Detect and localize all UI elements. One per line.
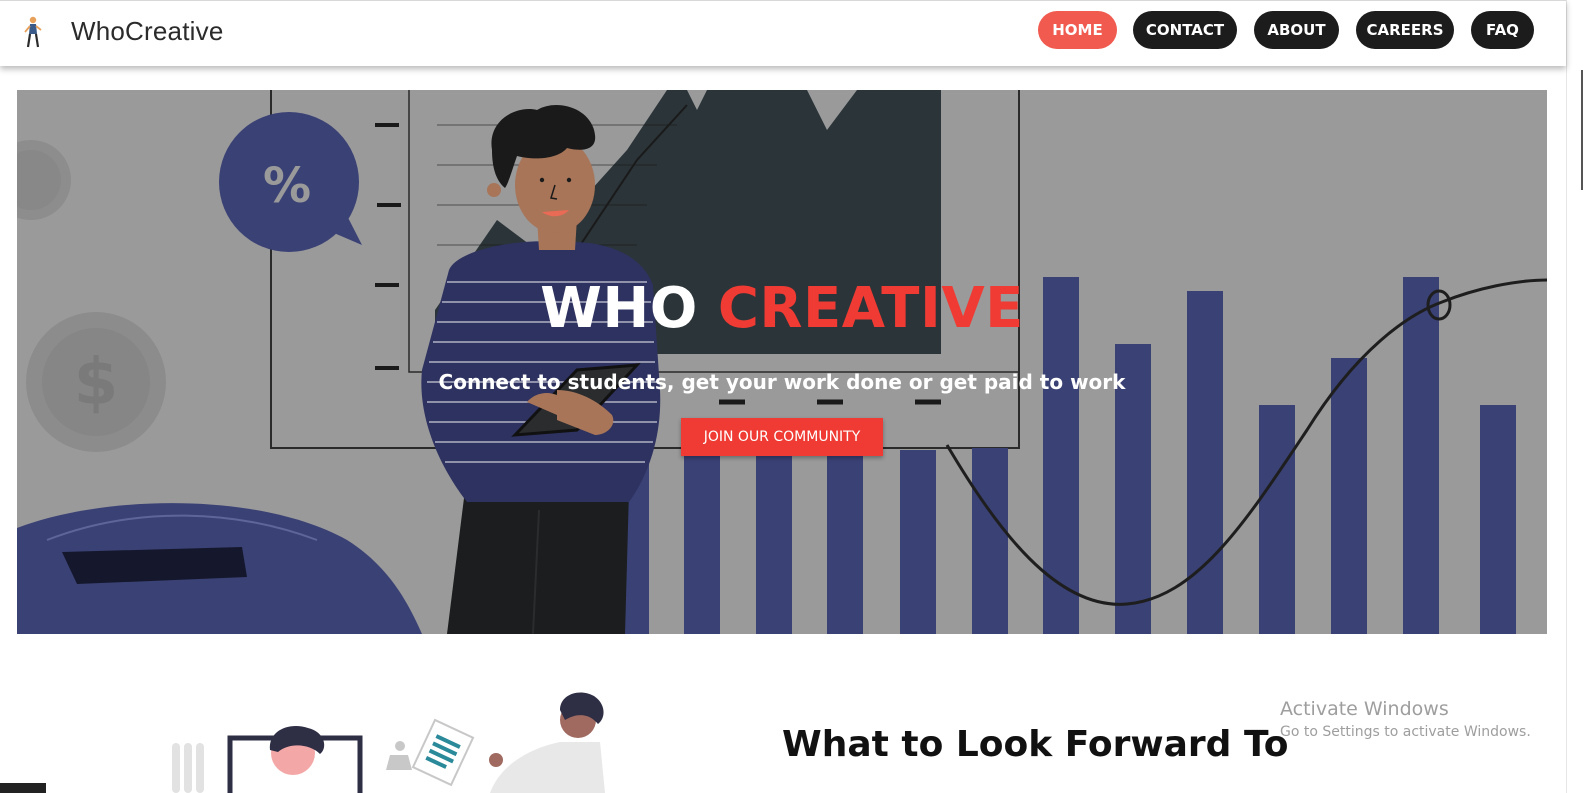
nav-faq[interactable]: FAQ — [1471, 11, 1534, 49]
bottom-edge — [0, 783, 46, 793]
navbar: WhoCreative HOME CONTACT ABOUT CAREERS F… — [0, 0, 1566, 66]
page: WhoCreative HOME CONTACT ABOUT CAREERS F… — [0, 0, 1585, 793]
nav-home[interactable]: HOME — [1038, 11, 1117, 49]
nav-careers[interactable]: CAREERS — [1356, 11, 1454, 49]
scrollbar[interactable] — [1566, 0, 1585, 793]
activate-windows-watermark: Activate Windows Go to Settings to activ… — [1280, 698, 1531, 740]
brand-name[interactable]: WhoCreative — [71, 16, 223, 47]
scrollbar-thumb[interactable] — [1581, 70, 1583, 190]
hero-illustration: $ % — [17, 90, 1547, 634]
hero-subtitle: Connect to students, get your work done … — [438, 370, 1126, 394]
nav-contact[interactable]: CONTACT — [1133, 11, 1237, 49]
logo-person-icon[interactable] — [22, 15, 44, 49]
section-title: What to Look Forward To — [782, 724, 1289, 765]
hero-title-creative: CREATIVE — [717, 276, 1024, 341]
nav-about[interactable]: ABOUT — [1254, 11, 1339, 49]
watermark-line1: Activate Windows — [1280, 698, 1449, 720]
hero-title: WHO CREATIVE — [17, 276, 1547, 341]
join-community-button[interactable]: JOIN OUR COMMUNITY — [681, 418, 883, 456]
percent-symbol: % — [263, 158, 311, 214]
hero-banner: $ % WHO CREATIVE Connect to students, ge… — [17, 90, 1547, 634]
hero-title-who: WHO — [540, 276, 698, 341]
watermark-line2: Go to Settings to activate Windows. — [1280, 724, 1531, 740]
team-illustration — [172, 692, 605, 793]
